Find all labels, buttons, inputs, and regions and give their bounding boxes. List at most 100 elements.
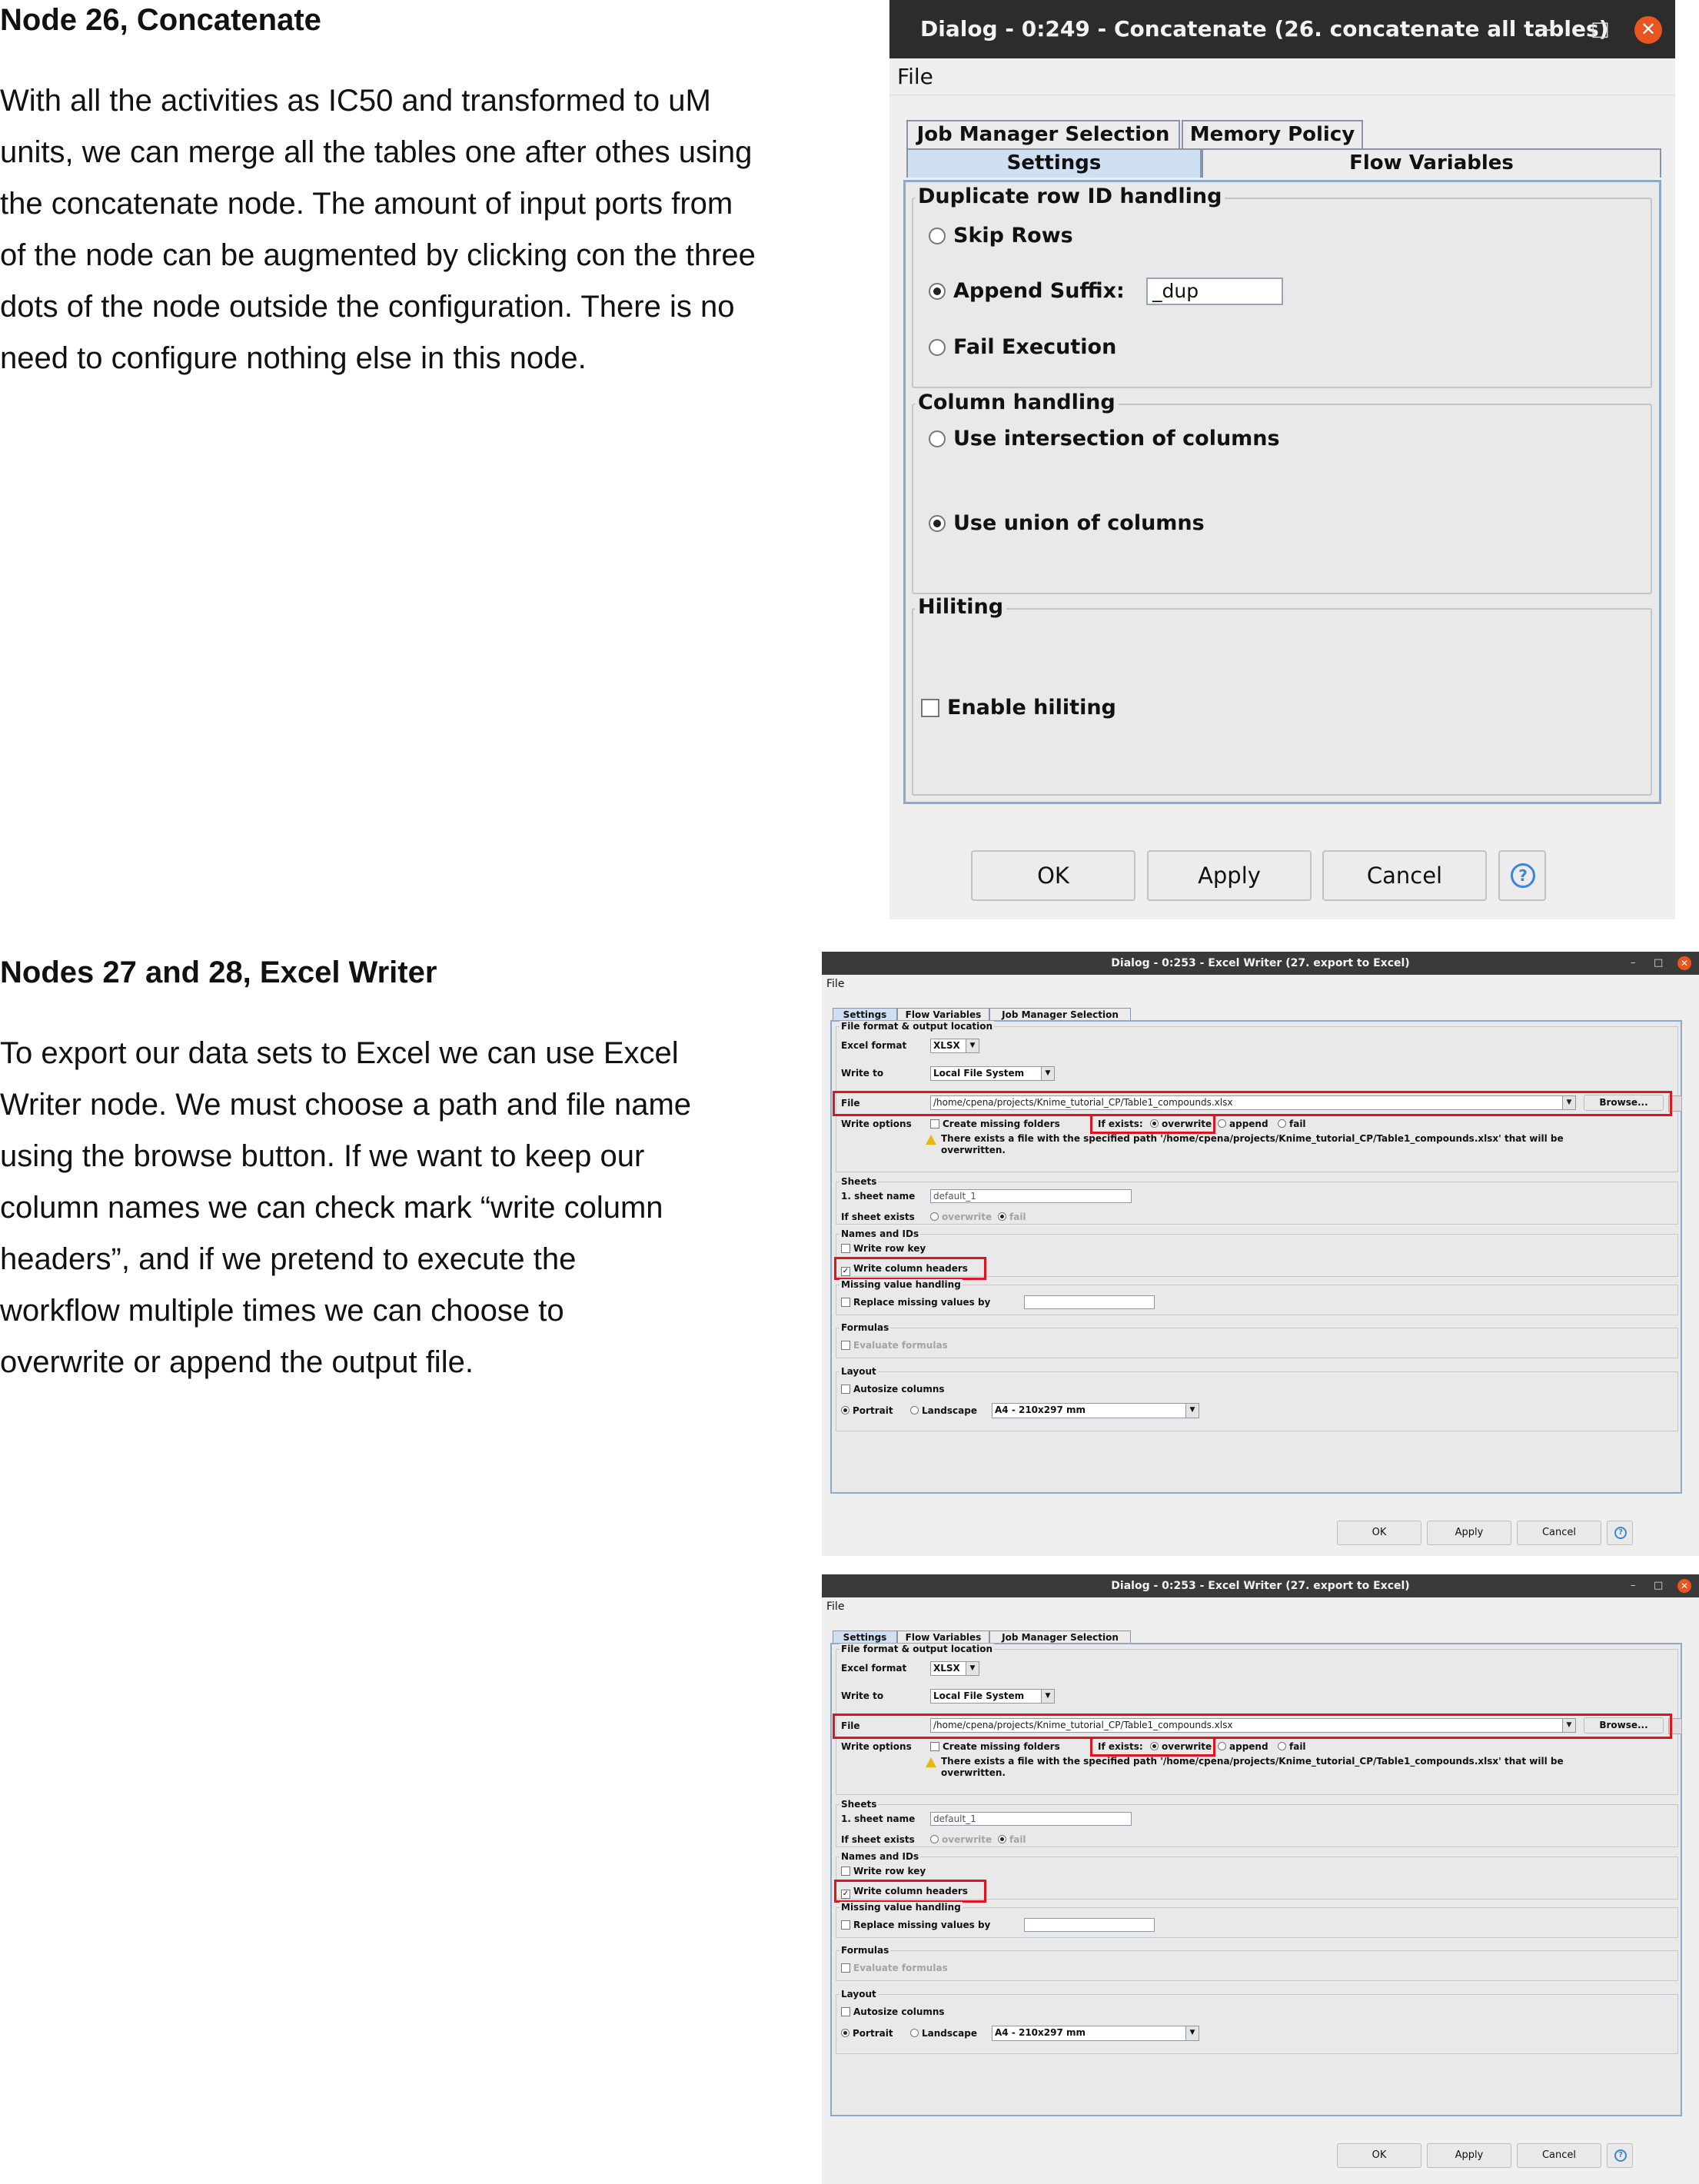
option-union[interactable]: Use union of columns <box>929 511 1205 536</box>
option-sheet-fail[interactable]: fail <box>998 1211 1026 1223</box>
checkbox[interactable] <box>841 1298 850 1307</box>
maximize-button[interactable]: □ <box>1654 1574 1663 1597</box>
option-fail[interactable]: fail <box>1278 1118 1306 1130</box>
radio-skip-rows[interactable] <box>929 228 946 244</box>
option-write-row-key[interactable]: Write row key <box>841 1242 926 1255</box>
option-portrait[interactable]: Portrait <box>841 2027 893 2039</box>
maximize-button[interactable]: □ <box>1591 0 1610 58</box>
radio[interactable] <box>1218 1742 1226 1750</box>
option-create-missing-folders[interactable]: Create missing folders <box>930 1118 1060 1130</box>
cancel-button[interactable]: Cancel <box>1517 2143 1601 2168</box>
option-replace-missing[interactable]: Replace missing values by <box>841 1919 990 1931</box>
tab-memory-policy[interactable]: Memory Policy <box>1182 120 1363 149</box>
radio[interactable] <box>998 1835 1006 1843</box>
option-skip-rows[interactable]: Skip Rows <box>929 224 1073 248</box>
tab-flow-variables[interactable]: Flow Variables <box>897 1008 989 1021</box>
checkbox[interactable] <box>841 1963 850 1973</box>
menu-file[interactable]: File <box>826 978 844 990</box>
option-write-row-key[interactable]: Write row key <box>841 1865 926 1877</box>
paper-size-select[interactable]: A4 - 210x297 mm ▼ <box>992 2026 1199 2041</box>
checkbox[interactable] <box>841 2007 850 2016</box>
help-button[interactable]: ? <box>1607 2143 1633 2168</box>
option-sheet-overwrite[interactable]: overwrite <box>930 1833 992 1846</box>
tab-settings[interactable]: Settings <box>833 1631 897 1644</box>
radio[interactable] <box>1278 1742 1286 1750</box>
radio[interactable] <box>998 1212 1006 1221</box>
radio[interactable] <box>841 2029 850 2037</box>
radio[interactable] <box>841 1406 850 1414</box>
radio[interactable] <box>1278 1119 1286 1128</box>
paper-size-select[interactable]: A4 - 210x297 mm ▼ <box>992 1403 1199 1418</box>
menu-file[interactable]: File <box>889 58 1675 95</box>
radio[interactable] <box>930 1835 939 1843</box>
cancel-button[interactable]: Cancel <box>1517 1521 1601 1545</box>
radio[interactable] <box>910 2029 919 2037</box>
sheet-name-input[interactable]: default_1 <box>930 1812 1132 1826</box>
radio-fail-execution[interactable] <box>929 339 946 356</box>
option-evaluate-formulas[interactable]: Evaluate formulas <box>841 1962 948 1974</box>
checkbox-enable-hiliting[interactable] <box>921 699 939 717</box>
apply-button[interactable]: Apply <box>1427 1521 1511 1545</box>
option-append[interactable]: append <box>1218 1740 1268 1753</box>
minimize-button[interactable]: – <box>1631 1574 1636 1597</box>
close-button[interactable]: ✕ <box>1677 956 1691 970</box>
write-to-select[interactable]: Local File System ▼ <box>930 1689 1055 1704</box>
checkbox[interactable] <box>841 1244 850 1253</box>
close-button[interactable]: ✕ <box>1677 1579 1691 1593</box>
option-create-missing-folders[interactable]: Create missing folders <box>930 1740 1060 1753</box>
tab-flow-variables[interactable]: Flow Variables <box>1202 148 1661 178</box>
ok-button[interactable]: OK <box>971 850 1135 901</box>
tab-job-manager-selection[interactable]: Job Manager Selection <box>989 1008 1131 1021</box>
tab-settings[interactable]: Settings <box>833 1008 897 1021</box>
checkbox[interactable] <box>841 1867 850 1876</box>
option-portrait[interactable]: Portrait <box>841 1404 893 1417</box>
close-button[interactable]: ✕ <box>1634 16 1662 44</box>
apply-button[interactable]: Apply <box>1147 850 1312 901</box>
tab-job-manager-selection[interactable]: Job Manager Selection <box>989 1631 1131 1644</box>
radio-intersection[interactable] <box>929 430 946 447</box>
option-intersection[interactable]: Use intersection of columns <box>929 427 1280 451</box>
replace-missing-input[interactable] <box>1024 1918 1155 1932</box>
option-fail[interactable]: fail <box>1278 1740 1306 1753</box>
excel-format-select[interactable]: XLSX ▼ <box>930 1039 979 1053</box>
sheet-name-input[interactable]: default_1 <box>930 1189 1132 1203</box>
checkbox[interactable] <box>930 1119 939 1129</box>
option-evaluate-formulas[interactable]: Evaluate formulas <box>841 1339 948 1351</box>
checkbox[interactable] <box>930 1742 939 1751</box>
minimize-button[interactable]: – <box>1543 0 1553 58</box>
option-landscape[interactable]: Landscape <box>910 2027 977 2039</box>
option-append[interactable]: append <box>1218 1118 1268 1130</box>
checkbox[interactable] <box>841 1920 850 1930</box>
suffix-input[interactable]: _dup <box>1146 278 1283 305</box>
maximize-button[interactable]: □ <box>1654 952 1663 975</box>
menu-file[interactable]: File <box>826 1601 844 1613</box>
option-autosize-columns[interactable]: Autosize columns <box>841 1383 945 1395</box>
radio[interactable] <box>930 1212 939 1221</box>
option-autosize-columns[interactable]: Autosize columns <box>841 2006 945 2018</box>
write-to-select[interactable]: Local File System ▼ <box>930 1066 1055 1081</box>
help-button[interactable]: ? <box>1607 1521 1633 1545</box>
excel-format-select[interactable]: XLSX ▼ <box>930 1661 979 1676</box>
checkbox[interactable] <box>841 1341 850 1350</box>
radio-append-suffix[interactable] <box>929 283 946 300</box>
replace-missing-input[interactable] <box>1024 1295 1155 1309</box>
option-sheet-overwrite[interactable]: overwrite <box>930 1211 992 1223</box>
option-sheet-fail[interactable]: fail <box>998 1833 1026 1846</box>
radio[interactable] <box>1218 1119 1226 1128</box>
tab-settings[interactable]: Settings <box>906 148 1202 178</box>
help-button[interactable]: ? <box>1498 850 1546 901</box>
radio[interactable] <box>910 1406 919 1414</box>
minimize-button[interactable]: – <box>1631 952 1636 975</box>
option-landscape[interactable]: Landscape <box>910 1404 977 1417</box>
radio-union[interactable] <box>929 515 946 532</box>
option-fail-execution[interactable]: Fail Execution <box>929 335 1116 360</box>
checkbox[interactable] <box>841 1385 850 1394</box>
ok-button[interactable]: OK <box>1337 1521 1421 1545</box>
option-append-suffix[interactable]: Append Suffix: <box>929 279 1125 304</box>
ok-button[interactable]: OK <box>1337 2143 1421 2168</box>
apply-button[interactable]: Apply <box>1427 2143 1511 2168</box>
cancel-button[interactable]: Cancel <box>1322 850 1487 901</box>
tab-flow-variables[interactable]: Flow Variables <box>897 1631 989 1644</box>
tab-job-manager-selection[interactable]: Job Manager Selection <box>906 120 1180 149</box>
option-enable-hiliting[interactable]: Enable hiliting <box>921 696 1116 720</box>
